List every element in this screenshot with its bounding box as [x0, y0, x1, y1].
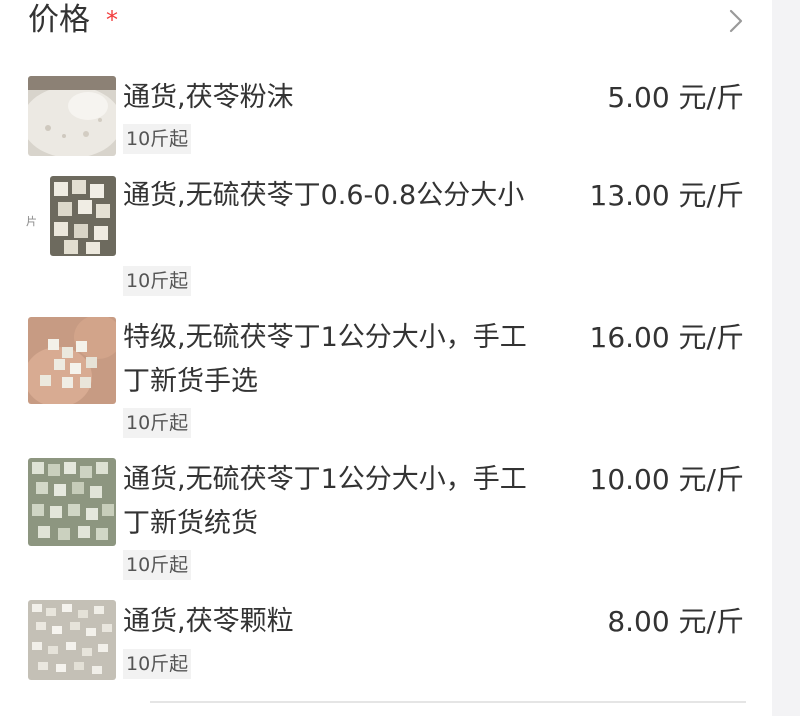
side-mark: 片 [26, 215, 37, 228]
min-order-tag: 10斤起 [123, 649, 192, 679]
product-price: 10.00 元/斤 [589, 463, 745, 496]
product-name: 通货,茯苓粉沫 [123, 82, 294, 113]
section-title: 价格 [28, 2, 90, 38]
product-thumbnail [28, 317, 116, 404]
product-name: 通货,无硫茯苓丁0.6-0.8公分大小 [123, 180, 525, 211]
product-thumbnail [28, 76, 116, 156]
min-order-tag: 10斤起 [123, 408, 192, 438]
product-thumbnail [28, 458, 116, 546]
product-price: 8.00 元/斤 [607, 605, 744, 638]
product-thumbnail [28, 600, 116, 680]
min-order-tag: 10斤起 [123, 550, 192, 580]
product-name: 通货,无硫茯苓丁1公分大小，手工丁新货统货 [123, 464, 527, 539]
price-header[interactable]: 价格 * [28, 0, 748, 42]
product-price: 5.00 元/斤 [607, 81, 744, 114]
required-asterisk: * [106, 6, 118, 34]
product-thumbnail [50, 176, 116, 256]
product-name: 特级,无硫茯苓丁1公分大小，手工丁新货手选 [123, 322, 527, 397]
product-name: 通货,茯苓颗粒 [123, 606, 294, 637]
product-price: 16.00 元/斤 [589, 321, 745, 354]
chevron-right-icon[interactable] [722, 6, 748, 36]
divider [150, 701, 746, 703]
min-order-tag: 10斤起 [123, 124, 192, 154]
product-price: 13.00 元/斤 [589, 179, 745, 212]
min-order-tag: 10斤起 [123, 266, 192, 296]
price-card: 价格 * 通货,茯苓粉沫 5.00 元/斤 10斤起 片 通货,无硫茯苓丁0.6… [0, 0, 772, 716]
